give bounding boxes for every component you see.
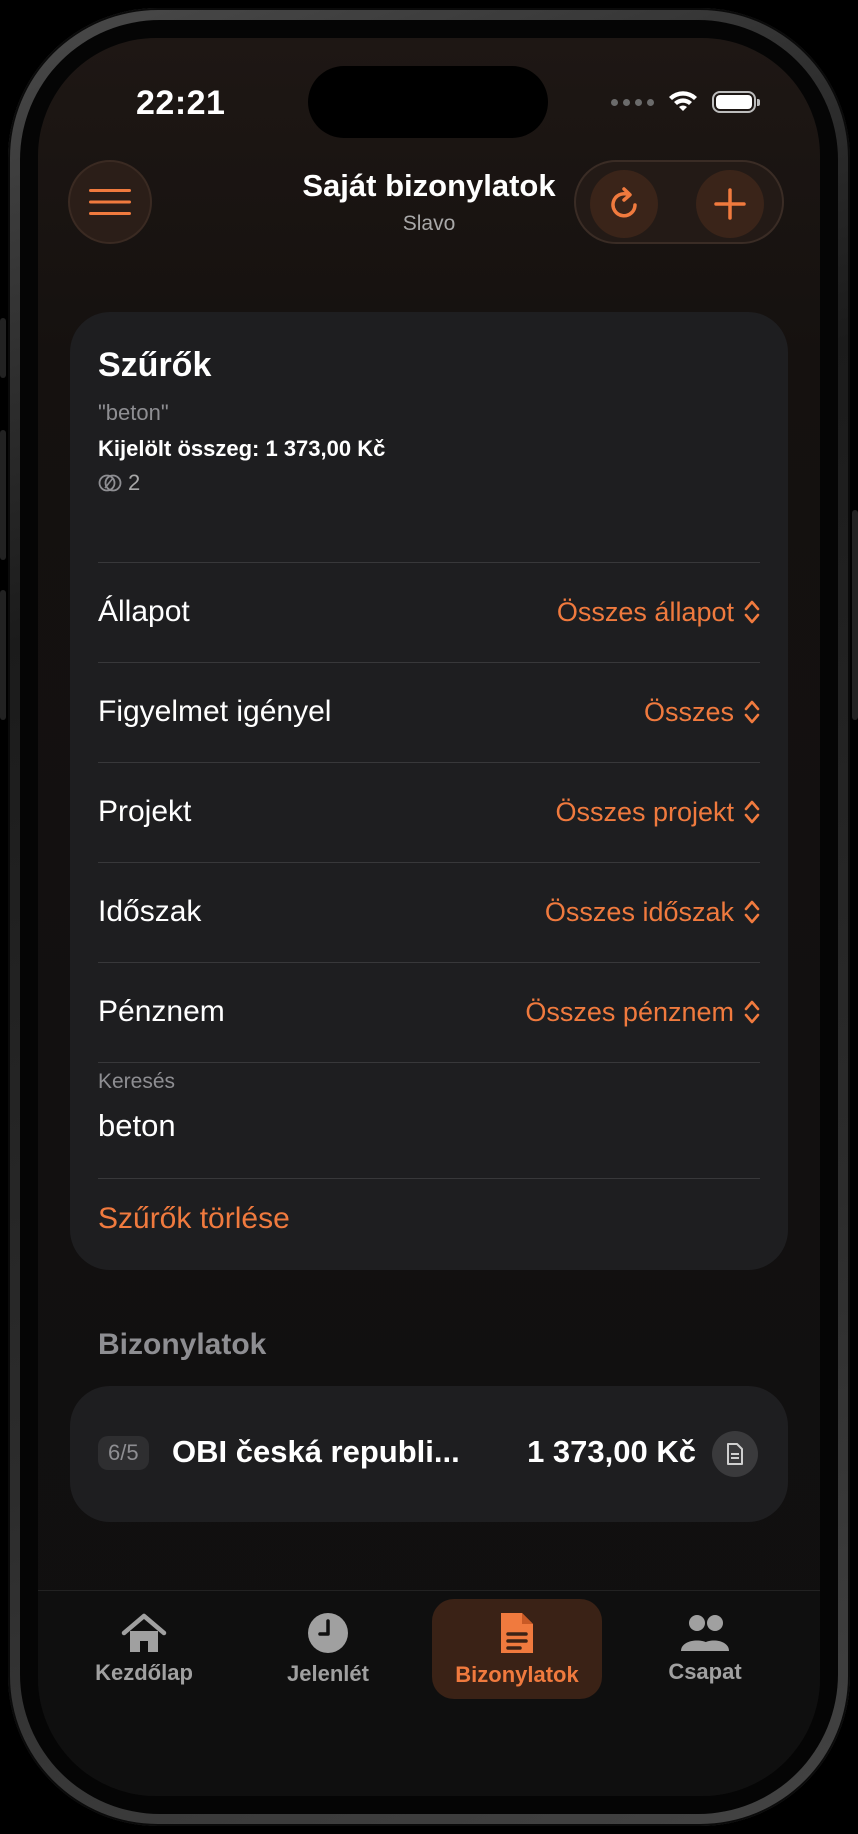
- screen: 22:21 Saját bizonylatok Slavo Szűrők "be…: [38, 38, 820, 1796]
- selected-sum: Kijelölt összeg: 1 373,00 Kč: [98, 436, 386, 461]
- document-row[interactable]: 6/5 OBI česká republi... 1 373,00 Kč: [70, 1386, 788, 1522]
- filter-row-picker[interactable]: Összes pénznem: [525, 997, 760, 1028]
- action-group: [574, 160, 784, 244]
- chevron-up-down-icon: [744, 900, 760, 924]
- status-icons: [611, 90, 760, 114]
- refresh-button[interactable]: [590, 170, 658, 238]
- plus-icon: [714, 188, 746, 220]
- overlapping-circles-icon: [98, 474, 122, 492]
- chevron-up-down-icon: [744, 800, 760, 824]
- filter-row-project[interactable]: Projekt Összes projekt: [98, 762, 760, 862]
- filter-count: 2: [98, 470, 140, 496]
- refresh-icon: [611, 187, 637, 218]
- chevron-up-down-icon: [744, 600, 760, 624]
- filter-row-picker[interactable]: Összes időszak: [545, 897, 760, 928]
- battery-icon: [712, 91, 760, 113]
- document-amount: 1 373,00 Kč: [527, 1434, 696, 1469]
- filter-row-label: Pénznem: [98, 995, 225, 1028]
- clear-filters-button[interactable]: Szűrők törlése: [98, 1202, 290, 1236]
- tab-documents[interactable]: Bizonylatok: [432, 1599, 602, 1699]
- filter-row-picker[interactable]: Összes állapot: [557, 597, 760, 628]
- filter-row-value: Összes: [643, 696, 734, 727]
- tab-label: Jelenlét: [287, 1661, 369, 1686]
- tab-home[interactable]: Kezdőlap: [59, 1599, 229, 1699]
- filter-row-currency[interactable]: Pénznem Összes pénznem: [98, 962, 760, 1062]
- tab-label: Kezdőlap: [95, 1660, 193, 1685]
- tab-attendance[interactable]: Jelenlét: [243, 1599, 413, 1699]
- filter-row-value: Összes állapot: [556, 596, 734, 627]
- people-icon: [681, 1615, 729, 1651]
- divider: [98, 1062, 760, 1063]
- document-badge: 6/5: [98, 1436, 149, 1470]
- filter-row-label: Állapot: [98, 595, 190, 628]
- filter-row-picker[interactable]: Összes: [644, 697, 760, 728]
- side-button-left-2: [0, 430, 6, 560]
- filter-row-period[interactable]: Időszak Összes időszak: [98, 862, 760, 962]
- filter-row-label: Időszak: [98, 895, 202, 928]
- side-button-left-1: [0, 318, 6, 378]
- tab-bar: Kezdőlap Jelenlét Bizonylatok Csapat: [38, 1590, 820, 1796]
- filter-count-value: 2: [128, 470, 141, 495]
- filter-row-status[interactable]: Állapot Összes állapot: [98, 562, 760, 662]
- wifi-icon: [669, 91, 697, 111]
- filter-row-label: Figyelmet igényel: [98, 695, 332, 728]
- document-file-button[interactable]: [712, 1431, 758, 1477]
- side-button-right: [852, 510, 858, 720]
- dynamic-island: [308, 66, 548, 138]
- document-name: OBI česká republi...: [172, 1434, 460, 1469]
- search-label: Keresés: [98, 1070, 176, 1093]
- filter-row-picker[interactable]: Összes projekt: [555, 797, 760, 828]
- filter-row-attention[interactable]: Figyelmet igényel Összes: [98, 662, 760, 762]
- clock-icon: [308, 1613, 348, 1653]
- signal-icon: [611, 98, 654, 106]
- status-time: 22:21: [136, 84, 226, 122]
- filters-query: "beton": [98, 400, 169, 425]
- tab-team[interactable]: Csapat: [620, 1599, 790, 1699]
- section-header-documents: Bizonylatok: [98, 1328, 267, 1361]
- chevron-up-down-icon: [744, 700, 760, 724]
- chevron-up-down-icon: [744, 1000, 760, 1024]
- search-input[interactable]: beton: [98, 1108, 176, 1144]
- filter-row-value: Összes időszak: [544, 896, 734, 927]
- filter-row-label: Projekt: [98, 795, 192, 828]
- filter-row-value: Összes projekt: [555, 796, 734, 827]
- tab-label: Bizonylatok: [455, 1662, 579, 1687]
- filters-title: Szűrők: [98, 346, 212, 384]
- filters-card: Szűrők "beton" Kijelölt összeg: 1 373,00…: [70, 312, 788, 1270]
- home-icon: [121, 1613, 167, 1652]
- add-button[interactable]: [696, 170, 764, 238]
- document-icon: [501, 1613, 533, 1653]
- side-button-left-3: [0, 590, 6, 720]
- divider: [98, 1178, 760, 1179]
- filter-row-value: Összes pénznem: [525, 996, 734, 1027]
- tab-label: Csapat: [668, 1659, 742, 1684]
- document-icon: [727, 1443, 743, 1465]
